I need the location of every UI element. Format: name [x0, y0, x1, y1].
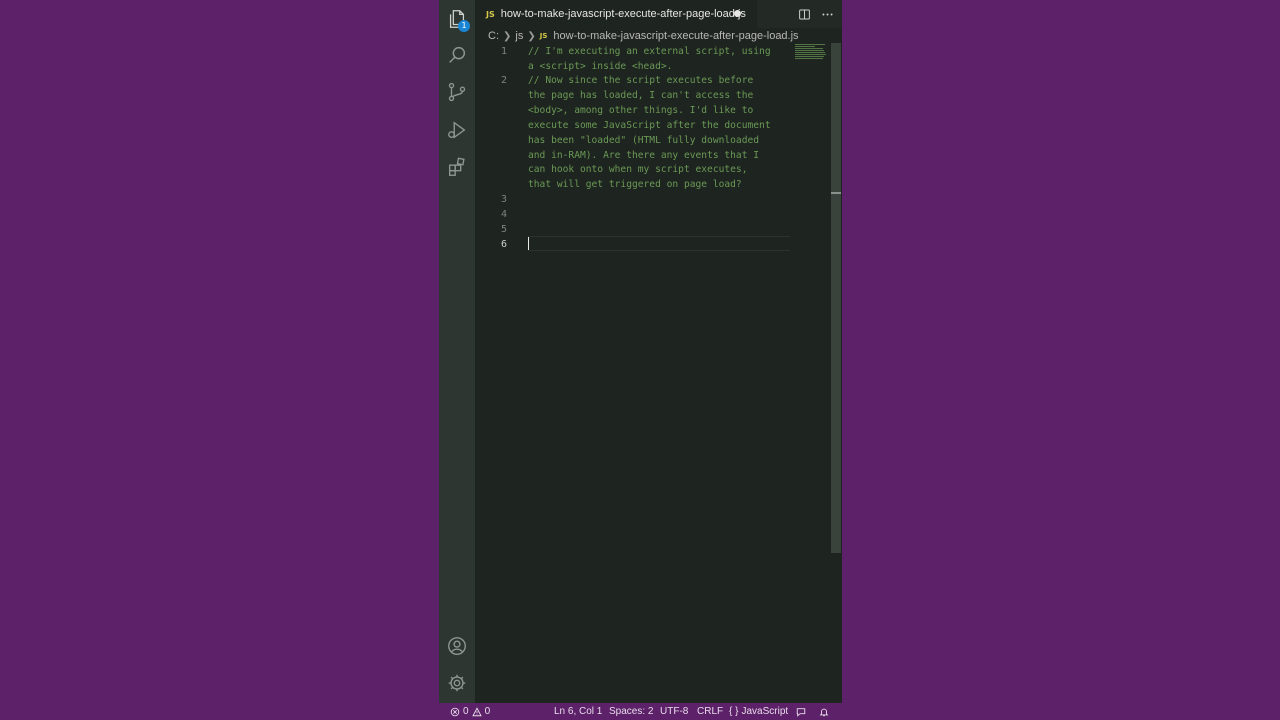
feedback-icon: [796, 707, 806, 717]
line-number: 5: [500, 224, 507, 235]
indentation[interactable]: Spaces: 2: [609, 703, 653, 720]
problems-indicator[interactable]: 0 0: [450, 703, 490, 720]
run-debug-icon: [448, 121, 466, 139]
vertical-scrollbar[interactable]: [831, 43, 841, 553]
breadcrumb-drive[interactable]: C:: [488, 30, 499, 42]
code-line: has been "loaded" (HTML fully downloaded: [528, 135, 760, 146]
code-editor[interactable]: 1 2 3 4 5 6 // I'm executing an external…: [475, 43, 829, 703]
minimap[interactable]: [795, 44, 827, 60]
code-line: a <script> inside <head>.: [528, 61, 673, 72]
line-number: 4: [500, 209, 507, 220]
cursor-position[interactable]: Ln 6, Col 1: [554, 703, 602, 720]
line-ending[interactable]: CRLF: [697, 703, 723, 720]
split-editor-icon[interactable]: [798, 8, 811, 21]
vscode-window: 1 JS how-to-make-javascript-execute-afte…: [439, 0, 842, 720]
breadcrumb-folder[interactable]: js: [515, 30, 523, 42]
activity-bar: 1: [439, 0, 475, 703]
tab-title: how-to-make-javascript-execute-after-pag…: [500, 8, 746, 20]
js-file-icon: JS: [486, 9, 495, 19]
code-line: // Now since the script executes before: [528, 75, 754, 86]
line-number: 1: [500, 46, 507, 57]
language-label: JavaScript: [741, 706, 789, 717]
editor-actions: [798, 0, 834, 28]
code-line: can hook onto when my script executes,: [528, 164, 748, 175]
more-actions-icon[interactable]: [821, 8, 834, 21]
code-line: that will get triggered on page load?: [528, 179, 742, 190]
warning-icon: [471, 706, 482, 716]
breadcrumb: C: ❯ js ❯ JS how-to-make-javascript-exec…: [488, 29, 828, 43]
tab-bar: JS how-to-make-javascript-execute-after-…: [475, 0, 842, 28]
account-icon: [448, 637, 466, 655]
accounts-button[interactable]: [439, 628, 475, 664]
search-button[interactable]: [439, 37, 475, 73]
chevron-right-icon: ❯: [503, 30, 512, 42]
text-cursor: [528, 237, 529, 250]
language-mode[interactable]: { } JavaScript: [729, 703, 788, 720]
line-number: 6: [500, 239, 507, 250]
breadcrumb-file[interactable]: how-to-make-javascript-execute-after-pag…: [553, 30, 798, 42]
braces-icon: { }: [729, 706, 739, 717]
encoding[interactable]: UTF-8: [660, 703, 688, 720]
editor-tab[interactable]: JS how-to-make-javascript-execute-after-…: [475, 0, 757, 28]
unsaved-dot-icon[interactable]: [734, 10, 741, 17]
live-share-button[interactable]: [796, 703, 806, 720]
explorer-badge: 1: [458, 20, 470, 32]
source-control-button[interactable]: [439, 74, 475, 110]
code-line: and in-RAM). Are there any events that I: [528, 150, 760, 161]
source-control-icon: [448, 82, 466, 102]
gear-icon: [448, 674, 466, 692]
run-debug-button[interactable]: [439, 112, 475, 148]
error-count: 0: [463, 706, 469, 717]
line-number: 3: [500, 194, 507, 205]
extensions-icon: [448, 157, 465, 176]
manage-button[interactable]: [439, 665, 475, 701]
warning-count: 0: [484, 706, 491, 717]
error-icon: [450, 707, 460, 716]
search-icon: [449, 46, 466, 63]
scrollbar-cursor-marker: [831, 192, 841, 194]
code-line: the page has loaded, I can't access the: [528, 90, 754, 101]
chevron-right-icon: ❯: [527, 30, 536, 42]
current-line-highlight: [528, 236, 790, 251]
line-number: 2: [500, 75, 507, 86]
notifications-button[interactable]: [819, 703, 829, 720]
code-line: execute some JavaScript after the docume…: [528, 120, 771, 131]
status-bar: 0 0 Ln 6, Col 1 Spaces: 2 UTF-8 CRLF { }…: [439, 703, 842, 720]
extensions-button[interactable]: [439, 149, 475, 185]
code-line: // I'm executing an external script, usi…: [528, 46, 771, 57]
js-file-icon: JS: [539, 32, 548, 40]
explorer-button[interactable]: 1: [439, 1, 475, 37]
code-line: <body>, among other things. I'd like to: [528, 105, 754, 116]
bell-icon: [819, 708, 829, 716]
